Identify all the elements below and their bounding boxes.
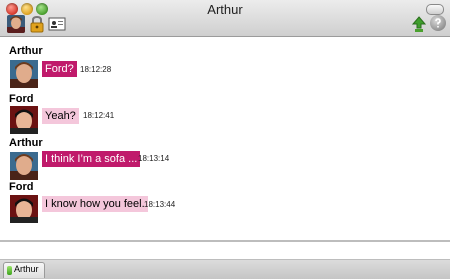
send-file-icon[interactable] xyxy=(410,15,428,33)
message-timestamp: 18:13:14 xyxy=(138,154,170,163)
window-title: Arthur xyxy=(207,2,243,17)
avatar xyxy=(10,60,38,88)
message-bubble: I know how you feel. xyxy=(42,196,148,212)
status-icon xyxy=(7,266,12,275)
help-icon[interactable] xyxy=(430,15,446,31)
lock-icon[interactable] xyxy=(28,15,46,33)
message-input[interactable] xyxy=(0,242,450,260)
message-timestamp: 18:13:44 xyxy=(144,200,176,209)
message-timestamp: 18:12:28 xyxy=(80,65,112,74)
avatar xyxy=(10,152,38,180)
sender-name: Ford xyxy=(9,181,34,193)
tab-label: Arthur xyxy=(14,264,39,274)
avatar xyxy=(10,195,38,223)
message-bubble: Yeah? xyxy=(42,108,79,124)
sender-name: Arthur xyxy=(9,45,43,57)
tab-arthur[interactable]: Arthur xyxy=(3,262,45,278)
message-timestamp: 18:12:41 xyxy=(83,111,115,120)
sender-name: Arthur xyxy=(9,137,43,149)
title-bar: Arthur xyxy=(0,0,450,37)
message-view: Arthur Ford? 18:12:28 Ford Yeah? 18:12:4… xyxy=(0,37,450,240)
tab-bar: Arthur xyxy=(0,260,450,279)
sender-name: Ford xyxy=(9,93,34,105)
toolbar-toggle-button[interactable] xyxy=(426,4,444,15)
contact-avatar-icon[interactable] xyxy=(7,15,25,33)
contact-info-icon[interactable] xyxy=(48,15,66,33)
message-bubble: I think I’m a sofa ... xyxy=(42,151,141,167)
avatar xyxy=(10,106,38,134)
message-bubble: Ford? xyxy=(42,61,77,77)
